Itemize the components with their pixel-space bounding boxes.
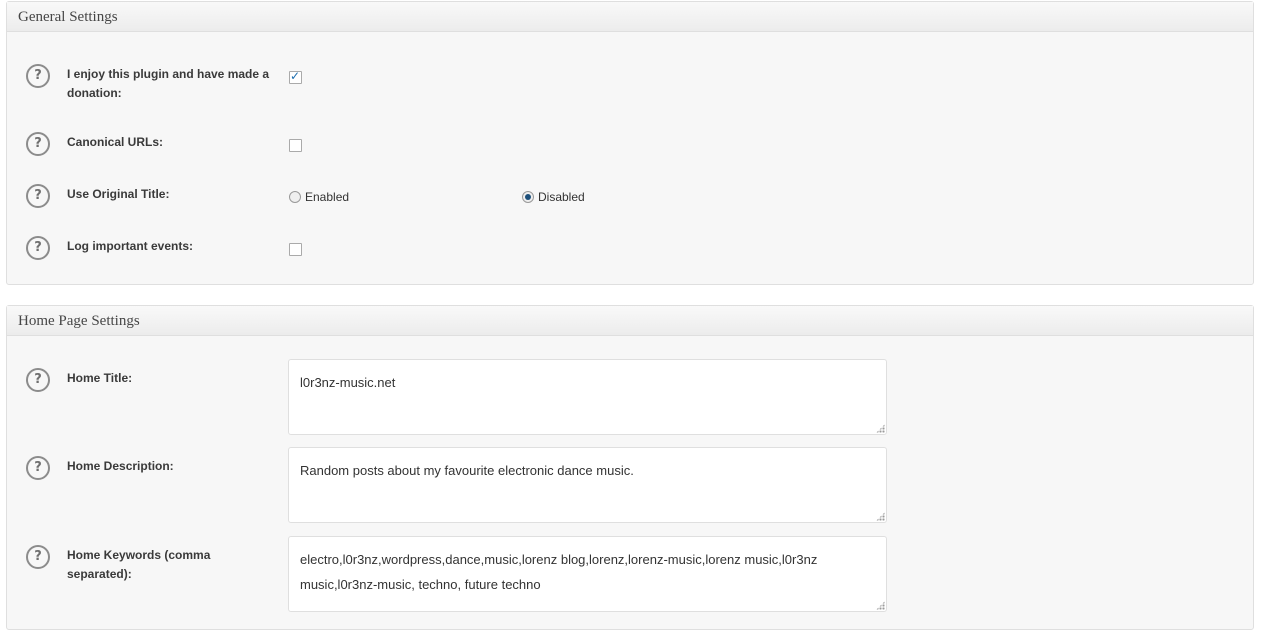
home-description-help-icon[interactable]: ? xyxy=(26,456,50,480)
canonical-help-icon[interactable]: ? xyxy=(26,132,50,156)
resize-grip-icon[interactable] xyxy=(876,601,885,610)
home-keywords-textarea[interactable]: electro,l0r3nz,wordpress,dance,music,lor… xyxy=(288,536,887,612)
log-events-checkbox[interactable] xyxy=(289,243,302,256)
home-page-settings-header[interactable]: Home Page Settings xyxy=(7,306,1253,336)
resize-grip-icon[interactable] xyxy=(876,512,885,521)
home-keywords-value: electro,l0r3nz,wordpress,dance,music,lor… xyxy=(300,552,818,592)
home-title-label: Home Title: xyxy=(67,371,133,385)
home-description-label: Home Description: xyxy=(67,459,174,473)
canonical-checkbox[interactable] xyxy=(289,139,302,152)
home-title-help-icon[interactable]: ? xyxy=(26,368,50,392)
home-page-settings-panel: Home Page Settings ? Home Title: l0r3nz-… xyxy=(6,305,1254,630)
original-title-enabled-label[interactable]: Enabled xyxy=(305,190,349,204)
home-title-value: l0r3nz-music.net xyxy=(300,375,396,390)
original-title-disabled-label[interactable]: Disabled xyxy=(538,190,585,204)
general-settings-panel: General Settings ? I enjoy this plugin a… xyxy=(6,1,1254,285)
check-icon: ✓ xyxy=(290,69,301,83)
home-page-settings-title: Home Page Settings xyxy=(18,313,140,329)
donation-label: I enjoy this plugin and have made a dona… xyxy=(67,67,270,100)
home-keywords-help-icon[interactable]: ? xyxy=(26,545,50,569)
donation-help-icon[interactable]: ? xyxy=(26,64,50,88)
resize-grip-icon[interactable] xyxy=(876,424,885,433)
canonical-label: Canonical URLs: xyxy=(67,135,164,149)
original-title-enabled-radio[interactable] xyxy=(289,191,301,203)
general-settings-title: General Settings xyxy=(18,9,118,25)
original-title-disabled-radio[interactable] xyxy=(522,191,534,203)
original-title-label: Use Original Title: xyxy=(67,187,170,201)
log-events-label: Log important events: xyxy=(67,239,194,253)
home-description-value: Random posts about my favourite electron… xyxy=(300,463,634,478)
donation-checkbox[interactable]: ✓ xyxy=(289,69,302,84)
home-description-textarea[interactable]: Random posts about my favourite electron… xyxy=(288,447,887,523)
original-title-help-icon[interactable]: ? xyxy=(26,184,50,208)
general-settings-header[interactable]: General Settings xyxy=(7,2,1253,32)
home-title-textarea[interactable]: l0r3nz-music.net xyxy=(288,359,887,435)
home-keywords-label: Home Keywords (comma separated): xyxy=(67,548,211,581)
log-events-help-icon[interactable]: ? xyxy=(26,236,50,260)
